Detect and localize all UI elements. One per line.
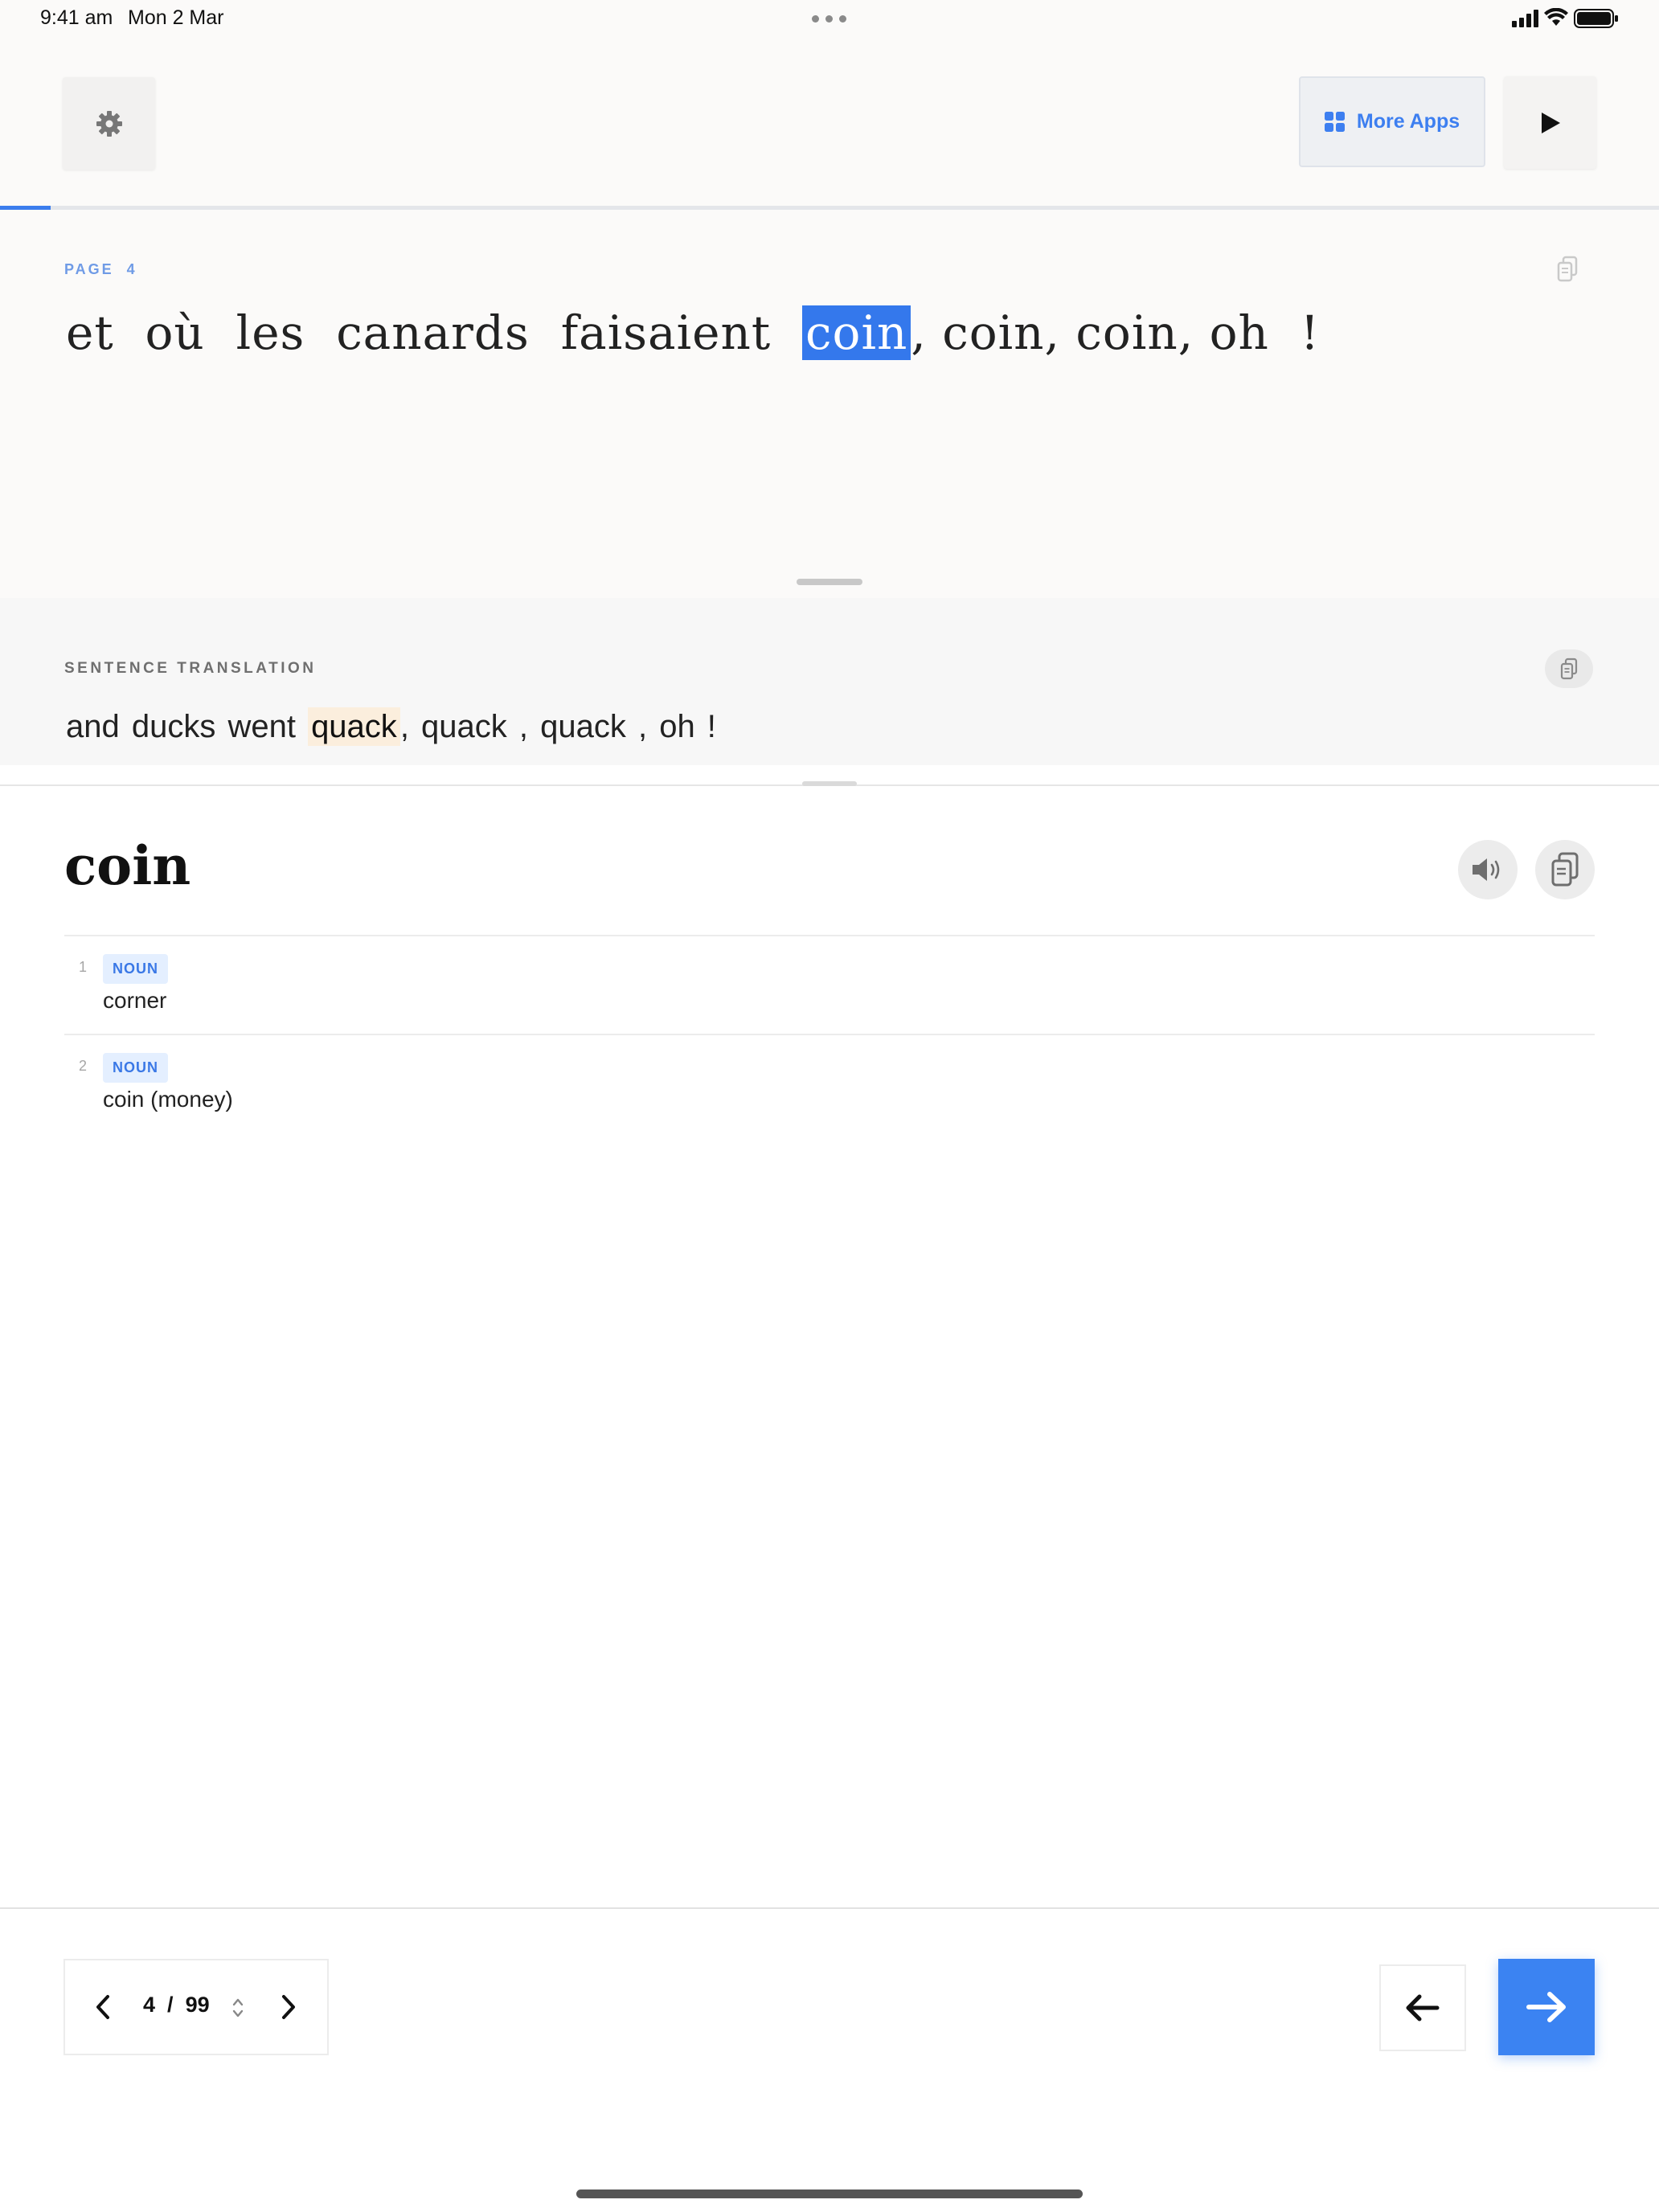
wifi-icon: [1544, 8, 1568, 26]
divider: [64, 1034, 1595, 1035]
word-token[interactable]: les: [236, 305, 305, 360]
definition-number: 1: [79, 959, 88, 975]
cellular-signal-icon: [1512, 10, 1538, 27]
arrow-left-icon: [1406, 1994, 1440, 2022]
speaker-icon: [1473, 858, 1500, 881]
chevron-right-icon: [282, 1995, 295, 2019]
chevron-left-icon: [96, 1995, 109, 2019]
home-indicator[interactable]: [576, 2189, 1083, 2198]
more-apps-button[interactable]: More Apps: [1299, 76, 1485, 167]
page-label: PAGE 4: [64, 261, 137, 277]
play-button[interactable]: [1504, 76, 1596, 169]
word-token[interactable]: , coin: [911, 305, 1044, 360]
more-apps-label: More Apps: [1356, 110, 1460, 133]
resize-handle[interactable]: [802, 781, 857, 786]
current-page: 4: [143, 1993, 156, 2017]
total-pages: 99: [185, 1993, 210, 2017]
previous-page-button[interactable]: [83, 1983, 123, 2031]
resize-handle[interactable]: [797, 579, 862, 585]
forward-button[interactable]: [1498, 1959, 1595, 2055]
grid-icon: [1324, 111, 1345, 132]
copy-translation-button[interactable]: [1545, 649, 1593, 688]
settings-button[interactable]: [63, 77, 155, 170]
pronounce-button[interactable]: [1458, 840, 1518, 899]
translated-sentence: and ducks went quack, quack , quack , oh…: [66, 707, 716, 746]
dictionary-headword: coin: [64, 834, 191, 897]
word-token[interactable]: faisaient: [561, 305, 771, 360]
page-separator: /: [167, 1993, 174, 2017]
copy-word-button[interactable]: [1535, 840, 1595, 899]
footer-divider: [0, 1907, 1659, 1909]
word-token[interactable]: canards: [336, 305, 530, 360]
word-token[interactable]: , coin: [1045, 305, 1178, 360]
translation-text: and ducks went: [66, 709, 309, 744]
word-token[interactable]: et: [66, 305, 114, 360]
word-token[interactable]: où: [145, 305, 205, 360]
word-token[interactable]: , oh: [1178, 305, 1269, 360]
selected-word-token[interactable]: coin: [802, 305, 911, 360]
battery-icon: [1574, 9, 1618, 28]
copy-icon: [1560, 657, 1578, 680]
part-of-speech-badge: NOUN: [103, 1053, 168, 1083]
translation-text: , quack , quack , oh !: [399, 709, 716, 744]
status-time: 9:41 am: [40, 6, 113, 29]
play-icon: [1541, 112, 1560, 133]
definition-text: coin (money): [103, 1087, 233, 1112]
translation-label: SENTENCE TRANSLATION: [64, 660, 317, 677]
back-button[interactable]: [1379, 1964, 1466, 2051]
translation-highlight: quack: [308, 707, 400, 746]
source-sentence: et où les canards faisaient coin, coin, …: [66, 305, 1320, 360]
gear-icon: [96, 110, 122, 137]
page-indicator[interactable]: 4 / 99: [143, 1993, 210, 2017]
multitasking-dots-icon[interactable]: [810, 10, 849, 27]
reading-pane: [0, 210, 1659, 598]
arrow-right-icon: [1526, 1992, 1566, 2022]
status-date: Mon 2 Mar: [128, 6, 224, 29]
part-of-speech-badge: NOUN: [103, 954, 168, 984]
definition-text: corner: [103, 988, 167, 1013]
definition-number: 2: [79, 1058, 88, 1074]
copy-icon[interactable]: [1556, 256, 1580, 283]
divider: [64, 935, 1595, 936]
copy-icon: [1551, 852, 1579, 887]
up-down-chevron-icon[interactable]: [231, 1996, 245, 2020]
word-token[interactable]: !: [1301, 305, 1320, 360]
next-page-button[interactable]: [268, 1983, 309, 2031]
